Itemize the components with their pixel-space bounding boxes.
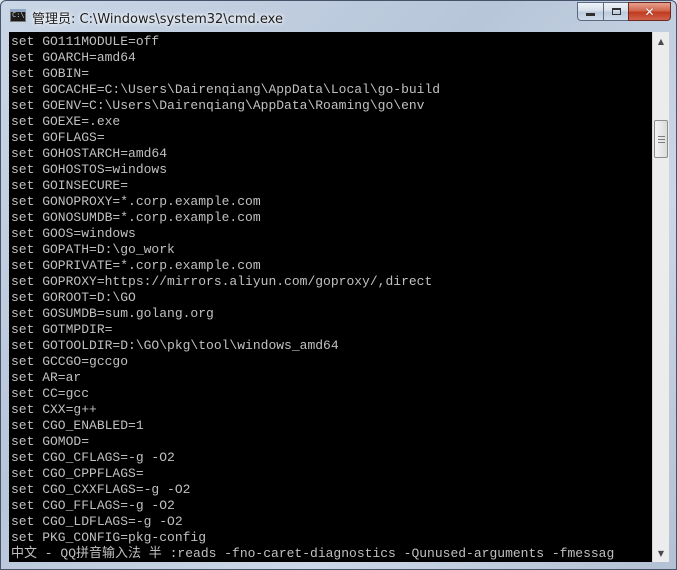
console-line: set CXX=g++ [11,402,97,417]
console-line: set GOHOSTARCH=amd64 [11,146,168,161]
output-lines: set GO111MODULE=off set GOARCH=amd64 set G… [11,34,440,546]
console-line: set GO111MODULE=off [11,34,160,49]
grip-line [658,139,665,140]
cmd-icon[interactable]: C:\ [10,9,26,22]
console-line: set CGO_LDFLAGS=-g -O2 [11,514,183,529]
console-line: set GOBIN= [11,66,90,81]
console-line: set GOPRIVATE=*.corp.example.com [11,258,261,273]
console-line: set GOSUMDB=sum.golang.org [11,306,214,321]
scroll-thumb[interactable] [654,120,668,158]
close-icon: ✕ [644,4,655,19]
console-line: set GCCGO=gccgo [11,354,129,369]
chevron-down-icon: ▼ [657,548,665,558]
console-line: set AR=ar [11,370,82,385]
console-line: set CGO_CXXFLAGS=-g -O2 [11,482,191,497]
console-line: set GONOSUMDB=*.corp.example.com [11,210,261,225]
scroll-up-button[interactable]: ▲ [653,33,669,49]
maximize-button[interactable] [603,2,628,21]
title-bar[interactable]: C:\ 管理员: C:\Windows\system32\cmd.exe ✕ [1,1,676,31]
console-line: set GOPROXY=https://mirrors.aliyun.com/g… [11,274,433,289]
console-line: set GOROOT=D:\GO [11,290,136,305]
minimize-icon [586,13,595,16]
console-line: set PKG_CONFIG=pkg-config [11,530,207,545]
console-line: set GOFLAGS= [11,130,105,145]
ime-status-line: 中文 - QQ拼音输入法 半 :reads -fno-caret-diagnos… [11,546,615,561]
console-line: set GOTOOLDIR=D:\GO\pkg\tool\windows_amd… [11,338,339,353]
console-line: set CGO_CPPFLAGS= [11,466,144,481]
minimize-button[interactable] [577,2,603,21]
maximize-icon [611,8,621,15]
scroll-down-button[interactable]: ▼ [653,545,669,561]
vertical-scrollbar[interactable]: ▲ ▼ [652,32,669,562]
chevron-up-icon: ▲ [657,36,665,46]
console-line: set CC=gcc [11,386,90,401]
close-button[interactable]: ✕ [628,2,671,21]
console-output[interactable]: set GO111MODULE=off set GOARCH=amd64 set G… [9,32,669,562]
grip-line [658,136,665,137]
console-line: set GOPATH=D:\go_work [11,242,175,257]
window-controls: ✕ [577,2,671,21]
console-line: set GOARCH=amd64 [11,50,136,65]
console-line: set GOENV=C:\Users\Dairenqiang\AppData\R… [11,98,425,113]
console-line: set GOOS=windows [11,226,136,241]
console-line: set GOTMPDIR= [11,322,113,337]
console-line: set CGO_FFLAGS=-g -O2 [11,498,175,513]
console-line: set GONOPROXY=*.corp.example.com [11,194,261,209]
console-line: set GOMOD= [11,434,90,449]
console-line: set GOCACHE=C:\Users\Dairenqiang\AppData… [11,82,441,97]
window-title: 管理员: C:\Windows\system32\cmd.exe [32,12,283,27]
console-line: set GOHOSTOS=windows [11,162,168,177]
console-line: set CGO_CFLAGS=-g -O2 [11,450,175,465]
cmd-window: C:\ 管理员: C:\Windows\system32\cmd.exe ✕ s… [0,0,677,570]
console-line: set GOINSECURE= [11,178,129,193]
console-line: set CGO_ENABLED=1 [11,418,144,433]
console-line: set GOEXE=.exe [11,114,121,129]
grip-line [658,142,665,143]
